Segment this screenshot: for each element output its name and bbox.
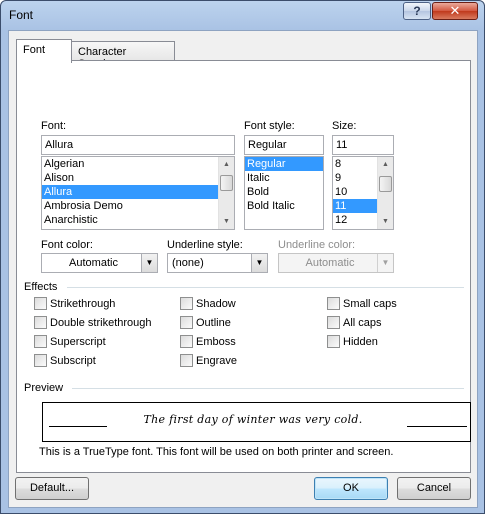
- effects-label: Effects: [24, 281, 58, 293]
- shadow-label[interactable]: Shadow: [196, 298, 236, 310]
- preview-sample-text: The first day of winter was very cold.: [143, 413, 363, 426]
- subscript-checkbox[interactable]: [34, 354, 47, 367]
- preview-label: Preview: [24, 382, 64, 394]
- font-list-item[interactable]: Algerian: [42, 157, 234, 171]
- default-button[interactable]: Default...: [15, 477, 89, 500]
- size-list[interactable]: 8 9 10 11 12 ▲ ▼: [332, 156, 394, 230]
- font-info-note: This is a TrueType font. This font will …: [39, 446, 394, 458]
- double-strikethrough-label[interactable]: Double strikethrough: [50, 317, 152, 329]
- superscript-label[interactable]: Superscript: [50, 336, 106, 348]
- tab-font[interactable]: Font: [16, 39, 72, 63]
- strikethrough-checkbox[interactable]: [34, 297, 47, 310]
- help-button[interactable]: ?: [403, 2, 431, 20]
- preview-box: The first day of winter was very cold.: [42, 402, 471, 442]
- underline-style-dropdown[interactable]: (none) ▼: [167, 253, 268, 273]
- font-style-list-item[interactable]: Regular: [245, 157, 323, 171]
- ok-button[interactable]: OK: [314, 477, 388, 500]
- all-caps-label[interactable]: All caps: [343, 317, 382, 329]
- scroll-thumb[interactable]: [379, 176, 392, 192]
- underline-color-label: Underline color:: [278, 239, 356, 251]
- subscript-label[interactable]: Subscript: [50, 355, 96, 367]
- font-list[interactable]: Algerian Alison Allura Ambrosia Demo Anarchi…: [41, 156, 235, 230]
- font-style-list-item[interactable]: Bold Italic: [245, 199, 323, 213]
- superscript-checkbox[interactable]: [34, 335, 47, 348]
- up-arrow-icon[interactable]: ▲: [378, 157, 393, 172]
- font-style-list[interactable]: Regular Italic Bold Bold Italic: [244, 156, 324, 230]
- size-label: Size:: [332, 120, 357, 132]
- shadow-checkbox[interactable]: [180, 297, 193, 310]
- underline-style-value: (none): [172, 257, 204, 269]
- small-caps-checkbox[interactable]: [327, 297, 340, 310]
- up-arrow-icon[interactable]: ▲: [219, 157, 234, 172]
- close-button[interactable]: ✕: [432, 2, 478, 20]
- font-label: Font:: [41, 120, 67, 132]
- emboss-checkbox[interactable]: [180, 335, 193, 348]
- underline-color-dropdown[interactable]: Automatic ▼: [278, 253, 394, 273]
- hidden-checkbox[interactable]: [327, 335, 340, 348]
- all-caps-checkbox[interactable]: [327, 316, 340, 329]
- font-dialog: Font ? ✕ Font Character Spacing Font: Al…: [0, 0, 485, 514]
- effects-divider: [67, 287, 464, 288]
- font-style-input[interactable]: [244, 135, 324, 155]
- strikethrough-label[interactable]: Strikethrough: [50, 298, 115, 310]
- small-caps-label[interactable]: Small caps: [343, 298, 397, 310]
- chevron-down-icon[interactable]: ▼: [141, 254, 157, 272]
- font-style-list-item[interactable]: Italic: [245, 171, 323, 185]
- font-style-label: Font style:: [244, 120, 295, 132]
- down-arrow-icon[interactable]: ▼: [378, 214, 393, 229]
- engrave-checkbox[interactable]: [180, 354, 193, 367]
- underline-style-label: Underline style:: [167, 239, 243, 251]
- font-list-item[interactable]: Anarchistic: [42, 213, 234, 227]
- down-arrow-icon[interactable]: ▼: [219, 214, 234, 229]
- chevron-down-icon[interactable]: ▼: [251, 254, 267, 272]
- font-list-item[interactable]: Allura: [42, 185, 234, 199]
- preview-baseline-left: [49, 426, 107, 427]
- emboss-label[interactable]: Emboss: [196, 336, 236, 348]
- size-list-scrollbar[interactable]: ▲ ▼: [377, 157, 393, 229]
- font-color-dropdown[interactable]: Automatic ▼: [41, 253, 158, 273]
- dialog-body: Font Character Spacing Font: AlgerianAli…: [8, 30, 478, 508]
- chevron-down-icon[interactable]: ▼: [377, 254, 393, 272]
- preview-baseline-right: [407, 426, 467, 427]
- font-color-value: Automatic: [69, 257, 118, 269]
- outline-label[interactable]: Outline: [196, 317, 231, 329]
- font-color-label: Font color:: [41, 239, 93, 251]
- scroll-thumb[interactable]: [220, 175, 233, 191]
- engrave-label[interactable]: Engrave: [196, 355, 237, 367]
- font-list-scrollbar[interactable]: ▲ ▼: [218, 157, 234, 229]
- title-bar: Font ? ✕: [1, 1, 484, 29]
- cancel-button[interactable]: Cancel: [397, 477, 471, 500]
- font-tab-panel: Font: AlgerianAlisonAlluraAmbrosia DemoA…: [16, 60, 471, 473]
- preview-divider: [72, 388, 464, 389]
- font-style-list-item[interactable]: Bold: [245, 185, 323, 199]
- underline-color-value: Automatic: [305, 257, 355, 269]
- font-list-item[interactable]: Alison: [42, 171, 234, 185]
- hidden-label[interactable]: Hidden: [343, 336, 378, 348]
- window-title: Font: [9, 8, 34, 22]
- outline-checkbox[interactable]: [180, 316, 193, 329]
- font-list-item[interactable]: Ambrosia Demo: [42, 199, 234, 213]
- size-input[interactable]: [332, 135, 394, 155]
- font-name-input[interactable]: [41, 135, 235, 155]
- double-strikethrough-checkbox[interactable]: [34, 316, 47, 329]
